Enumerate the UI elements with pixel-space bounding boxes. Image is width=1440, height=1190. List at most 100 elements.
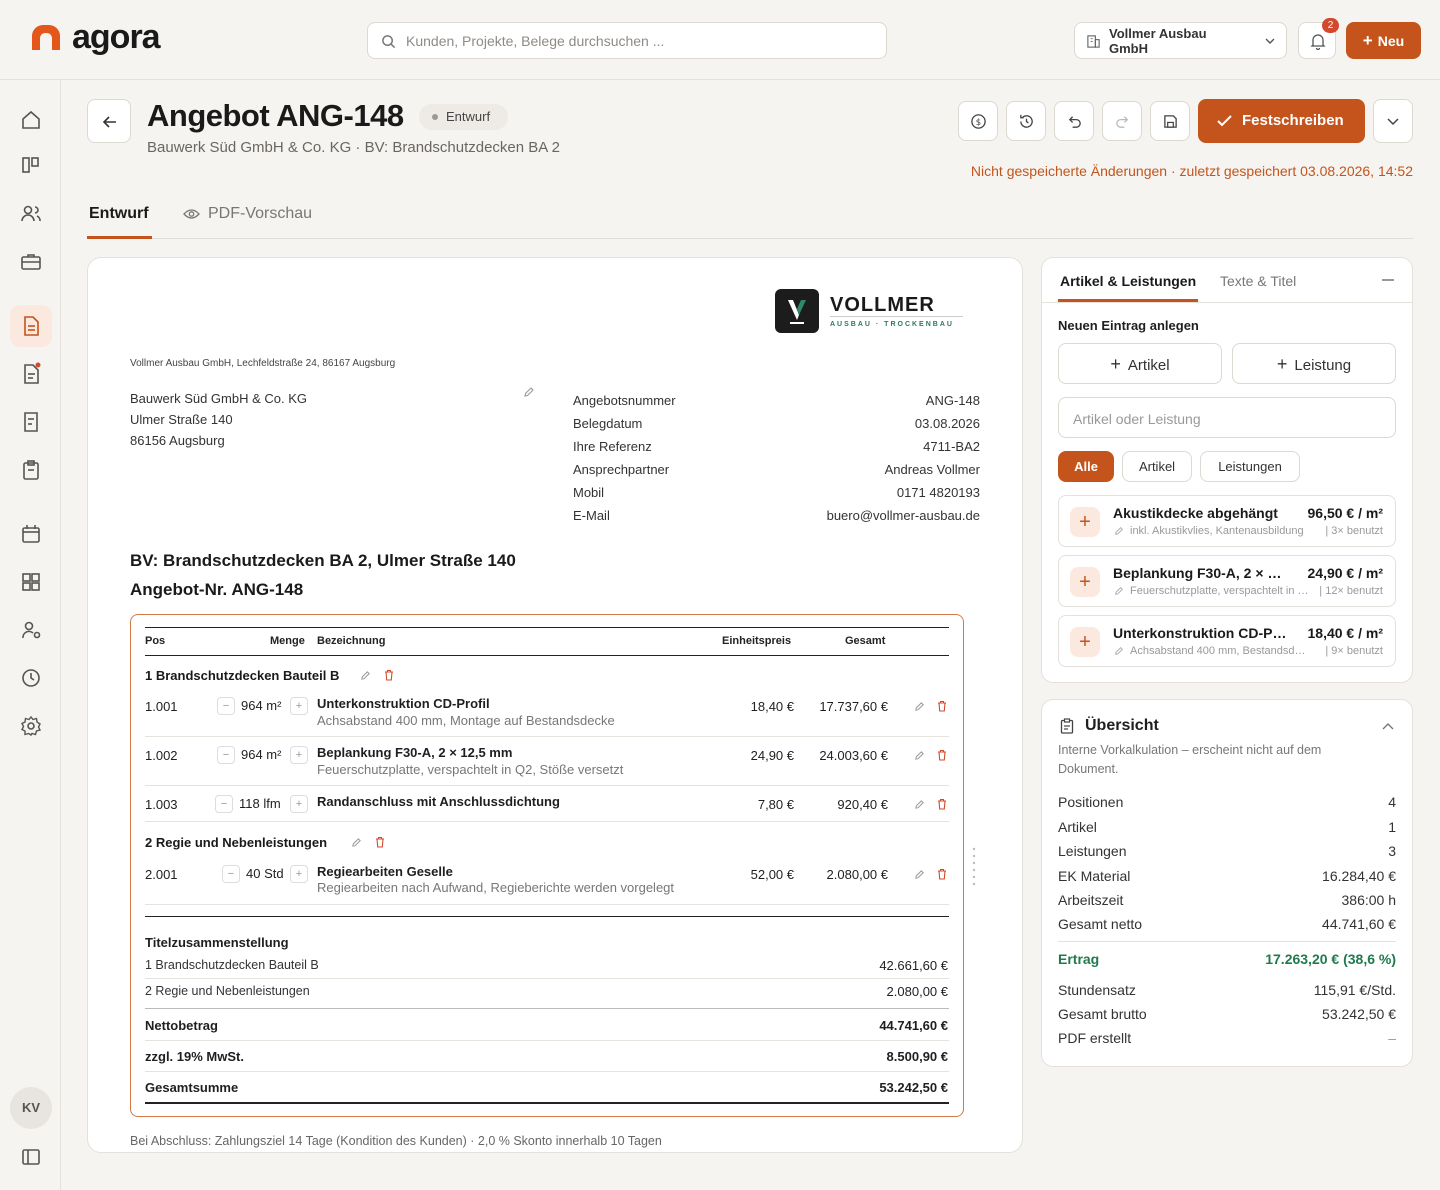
overview-title: Übersicht — [1085, 717, 1159, 734]
add-item-icon[interactable]: + — [1070, 627, 1100, 657]
qty-decrement-button[interactable]: − — [217, 746, 235, 764]
row-name[interactable]: Unterkonstruktion CD-Profil — [317, 696, 490, 711]
profit-value: 17.263,20 € (38,6 %) — [1265, 951, 1396, 967]
summary-value: 2.080,00 € — [886, 984, 948, 999]
catalog-item-usage: | 12× benutzt — [1319, 585, 1383, 597]
trash-icon[interactable] — [384, 669, 394, 681]
pencil-icon — [1115, 587, 1123, 595]
filter-articles[interactable]: Artikel — [1122, 451, 1192, 482]
row-name[interactable]: Randanschluss mit Anschlussdichtung — [317, 794, 560, 809]
gear-icon[interactable] — [19, 714, 43, 738]
qty-increment-button[interactable]: + — [290, 795, 308, 813]
row-desc: Regiearbeiten nach Aufwand, Regiebericht… — [317, 880, 675, 895]
edit-address-icon[interactable] — [523, 386, 535, 398]
briefcase-icon[interactable] — [19, 250, 43, 274]
board-icon[interactable] — [19, 153, 43, 177]
company-switcher[interactable]: Vollmer Ausbau GmbH — [1074, 22, 1287, 59]
save-button[interactable] — [1150, 101, 1190, 141]
trash-icon[interactable] — [937, 749, 947, 761]
overview-note: Interne Vorkalkulation – erscheint nicht… — [1058, 743, 1322, 776]
add-item-icon[interactable]: + — [1070, 507, 1100, 537]
filter-all[interactable]: Alle — [1058, 451, 1114, 482]
home-icon[interactable] — [19, 108, 43, 132]
row-name[interactable]: Beplankung F30-A, 2 × 12,5 mm — [317, 745, 512, 760]
undo-button[interactable] — [1054, 101, 1094, 141]
trash-icon[interactable] — [937, 700, 947, 712]
edit-row-icon[interactable] — [914, 869, 925, 880]
edit-row-icon[interactable] — [914, 701, 925, 712]
group-title[interactable]: 2 Regie und Nebenleistungen — [145, 835, 327, 850]
qty-decrement-button[interactable]: − — [215, 795, 233, 813]
trash-icon[interactable] — [937, 868, 947, 880]
collapse-panel-icon[interactable] — [1382, 279, 1394, 281]
vat-value: 8.500,90 € — [886, 1049, 948, 1064]
catalog-item[interactable]: + Unterkonstruktion CD-Profil 18,40 € / … — [1058, 615, 1396, 667]
group-title[interactable]: 1 Brandschutzdecken Bauteil B — [145, 668, 339, 683]
catalog-item[interactable]: + Beplankung F30-A, 2 × 12,5 mm 24,90 € … — [1058, 555, 1396, 607]
add-article-button[interactable]: + Artikel — [1058, 343, 1222, 384]
catalog-search-input[interactable]: Artikel oder Leistung — [1058, 397, 1396, 438]
tab-articles-services[interactable]: Artikel & Leistungen — [1060, 273, 1196, 289]
meta-value: ANG-148 — [925, 393, 980, 408]
overview-label: Gesamt brutto — [1058, 1006, 1147, 1022]
col-qty: Menge — [270, 635, 305, 647]
plus-icon: + — [1276, 354, 1288, 374]
qty-decrement-button[interactable]: − — [222, 865, 240, 883]
edit-row-icon[interactable] — [914, 799, 925, 810]
edit-group-icon[interactable] — [351, 837, 362, 848]
undo-icon — [1068, 116, 1081, 128]
pricing-button[interactable]: $ — [958, 101, 998, 141]
meta-value: buero@vollmer-ausbau.de — [826, 508, 980, 523]
add-service-button[interactable]: + Leistung — [1232, 343, 1396, 384]
tab-pdf-preview[interactable]: PDF-Vorschau — [183, 205, 312, 223]
user-settings-icon[interactable] — [19, 618, 43, 642]
row-qty[interactable]: 40 Std — [246, 866, 284, 881]
qty-decrement-button[interactable]: − — [217, 697, 235, 715]
add-item-icon[interactable]: + — [1070, 567, 1100, 597]
user-avatar[interactable]: KV — [10, 1087, 52, 1129]
new-button-label: Neu — [1377, 33, 1405, 49]
row-total: 17.737,60 € — [819, 699, 888, 714]
meta-row: Ihre Referenz 4711-BA2 — [573, 435, 980, 458]
overview-value: 115,91 €/Std. — [1313, 982, 1396, 998]
catalog-item-price: 96,50 € / m² — [1307, 505, 1384, 521]
history-icon — [1020, 114, 1033, 128]
back-button[interactable] — [87, 99, 131, 143]
filter-services[interactable]: Leistungen — [1200, 451, 1300, 482]
history-button[interactable] — [1006, 101, 1046, 141]
users-icon[interactable] — [19, 202, 43, 226]
catalog-item[interactable]: + Akustikdecke abgehängt 96,50 € / m² in… — [1058, 495, 1396, 547]
global-search-input[interactable]: Kunden, Projekte, Belege durchsuchen ... — [367, 22, 887, 59]
overview-value: 1 — [1388, 819, 1396, 835]
trash-icon[interactable] — [937, 798, 947, 810]
new-button[interactable]: + Neu — [1346, 22, 1421, 59]
grid-icon[interactable] — [19, 570, 43, 594]
more-actions-button[interactable] — [1373, 99, 1413, 143]
row-qty[interactable]: 964 m² — [241, 747, 281, 762]
receipt-icon[interactable] — [19, 410, 43, 434]
document-icon[interactable] — [19, 314, 43, 338]
overview-value: 4 — [1388, 794, 1396, 810]
row-name[interactable]: Regiearbeiten Geselle — [317, 864, 453, 879]
clipboard-icon[interactable] — [19, 458, 43, 482]
commit-label: Festschreiben — [1242, 112, 1344, 129]
tab-texts-titles[interactable]: Texte & Titel — [1220, 273, 1296, 289]
tab-draft[interactable]: Entwurf — [89, 205, 149, 223]
row-qty[interactable]: 964 m² — [241, 698, 281, 713]
calendar-icon[interactable] — [19, 522, 43, 546]
edit-row-icon[interactable] — [914, 750, 925, 761]
redo-button[interactable] — [1102, 101, 1142, 141]
qty-increment-button[interactable]: + — [290, 746, 308, 764]
row-qty[interactable]: 118 lfm — [239, 796, 281, 811]
chevron-up-icon[interactable] — [1382, 722, 1394, 730]
invoice-icon[interactable] — [19, 362, 43, 386]
resize-handle-icon[interactable] — [971, 846, 977, 886]
edit-group-icon[interactable] — [360, 670, 371, 681]
sidebar-toggle-icon[interactable] — [19, 1145, 43, 1169]
clock-icon[interactable] — [19, 666, 43, 690]
unsaved-changes-status: Nicht gespeicherte Änderungen · zuletzt … — [970, 163, 1413, 179]
qty-increment-button[interactable]: + — [290, 865, 308, 883]
trash-icon[interactable] — [375, 836, 385, 848]
qty-increment-button[interactable]: + — [290, 697, 308, 715]
commit-button[interactable]: Festschreiben — [1198, 99, 1365, 143]
